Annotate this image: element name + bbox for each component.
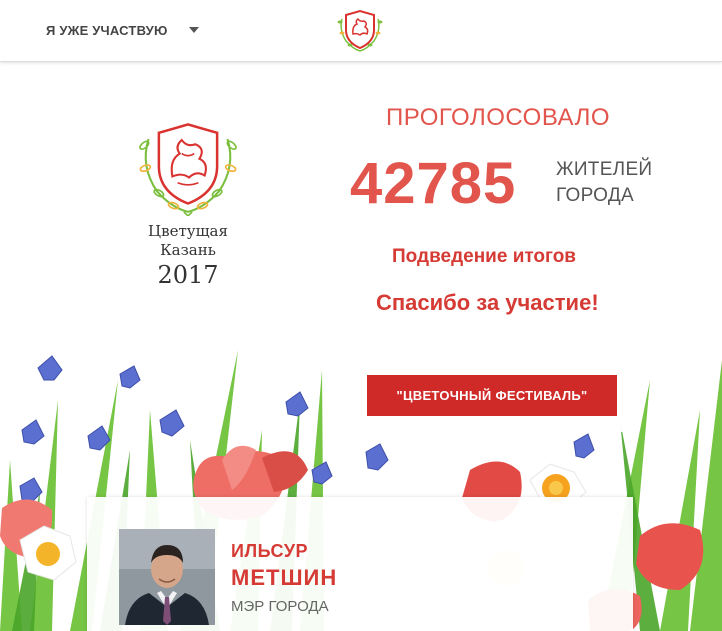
results-announcement: Подведение итогов bbox=[392, 246, 576, 267]
flower-festival-button[interactable]: "ЦВЕТОЧНЫЙ ФЕСТИВАЛЬ" bbox=[367, 375, 617, 416]
mayor-photo bbox=[119, 529, 215, 625]
logo-line-2: Казань bbox=[160, 241, 216, 259]
voted-heading: ПРОГОЛОСОВАЛО bbox=[386, 104, 610, 131]
mayor-first-name: ИЛЬСУР bbox=[231, 541, 309, 561]
participate-dropdown[interactable]: Я УЖЕ УЧАСТВУЮ bbox=[46, 20, 168, 40]
participate-label: Я УЖЕ УЧАСТВУЮ bbox=[46, 22, 168, 38]
tsvetushchaya-kazan-logo: Цветущая Казань 2017 bbox=[125, 112, 251, 289]
residents-label: ЖИТЕЛЕЙ ГОРОДА bbox=[556, 157, 652, 209]
logo-year: 2017 bbox=[157, 261, 219, 289]
residents-label-line-1: ЖИТЕЛЕЙ bbox=[556, 159, 653, 180]
thanks-message: Спасибо за участие! bbox=[376, 290, 599, 315]
residents-label-line-2: ГОРОДА bbox=[556, 185, 634, 206]
logo-line-1: Цветущая bbox=[148, 222, 228, 240]
vote-counter: 42785 bbox=[350, 151, 517, 216]
mayor-role: МЭР ГОРОДА bbox=[231, 598, 329, 615]
tatarstan-dragon-emblem-icon bbox=[139, 123, 237, 216]
tatarstan-dragon-emblem-icon[interactable] bbox=[335, 4, 385, 54]
caret-down-icon[interactable] bbox=[189, 27, 199, 33]
mayor-last-name: МЕТШИН bbox=[231, 565, 338, 590]
top-navigation-bar: Я УЖЕ УЧАСТВУЮ bbox=[0, 0, 722, 62]
mayor-card: ИЛЬСУР МЕТШИН МЭР ГОРОДА bbox=[87, 497, 633, 631]
